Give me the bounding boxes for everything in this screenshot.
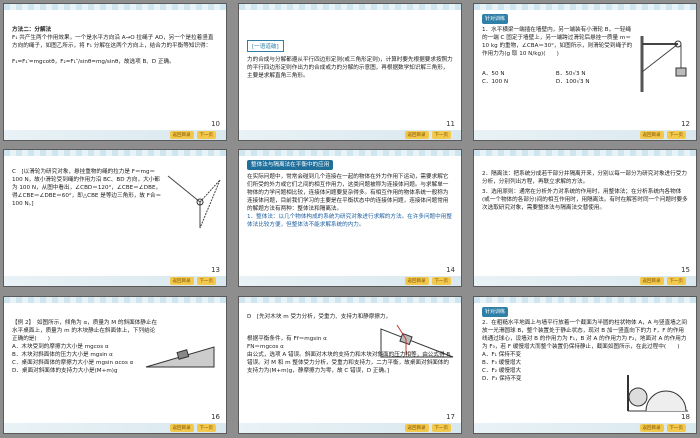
slide-body: 针对训练 2．在粗糙水平地面上与墙平行放着一个截面为半圆的柱状物体 A，A 与竖…	[482, 307, 688, 383]
block-force-diagram	[380, 324, 454, 358]
nav-button[interactable]: 下一页	[431, 424, 451, 432]
page-number: 16	[211, 413, 220, 421]
text-line: C [以滑轮为研究对象，悬挂重物的绳的拉力是 F＝mg＝100 N，故小滑轮受到…	[12, 169, 162, 207]
text-line: 方法二：分解法	[12, 27, 52, 33]
slide-12[interactable]: 针对训练 1．水平横梁一端插在墙壁内，另一端装有小滑轮 B，一轻绳的一端 C 固…	[473, 3, 697, 141]
section-header: 整体法与隔离法在平衡中的应用	[247, 160, 334, 170]
slide-10[interactable]: 方法二：分解法 F₁ 共产生两个作用效果，一个是水平方向沿 A→O 拉绳子 AO…	[3, 3, 227, 141]
page-number: 18	[681, 413, 690, 421]
page-number: 12	[681, 120, 690, 128]
slide-top-bar	[474, 150, 696, 156]
slide-top-bar	[239, 150, 461, 156]
force-diagram	[167, 175, 221, 229]
nav-button[interactable]: 返回目录	[639, 131, 664, 139]
slide-body: 整体法与隔离法在平衡中的应用 在实际问题中，常常会碰到几个连接在一起的物体在外力…	[247, 160, 453, 229]
slide-13[interactable]: C [以滑轮为研究对象，悬挂重物的绳的拉力是 F＝mg＝100 N，故小滑轮受到…	[3, 149, 227, 287]
slide-top-bar	[474, 4, 696, 10]
text-line: 3．选用原则：通常在分析外力对系统的作用时，用整体法；在分析系统内各物体(或一个…	[482, 189, 688, 211]
page-number: 13	[211, 266, 220, 274]
text-line: 力的合成与分解都遵从平行四边形定则(或三角形定则)，计算时要先根据要求按照力的平…	[247, 57, 453, 79]
nav-button[interactable]: 下一页	[431, 277, 451, 285]
tip-label: [一语道破]	[247, 40, 284, 52]
text-line: F₁=F₁′=mgcotθ，F₂=F₁″/sinθ=mg/sinθ，故选项 B、…	[12, 59, 175, 65]
page-number: 15	[681, 266, 690, 274]
sphere-wall-diagram	[627, 375, 688, 412]
slide-nav: 返回目录 下一页	[169, 424, 216, 432]
text-line: 在实际问题中，常常会碰到几个连接在一起的物体在外力作用下运动，需要求解它们所受的…	[247, 174, 449, 212]
nav-button[interactable]: 返回目录	[639, 277, 664, 285]
nav-button[interactable]: 下一页	[666, 131, 686, 139]
text-line: 1．水平横梁一端插在墙壁内，另一端装有小滑轮 B，一轻绳的一端 C 固定于墙壁上…	[482, 27, 633, 57]
page-number: 10	[211, 120, 220, 128]
slide-body: 力的合成与分解都遵从平行四边形定则(或三角形定则)，计算时要先根据要求按照力的平…	[247, 56, 453, 80]
slide-18[interactable]: 针对训练 2．在粗糙水平地面上与墙平行放着一个截面为半圆的柱状物体 A，A 与竖…	[473, 296, 697, 434]
slide-nav: 返回目录 下一页	[404, 277, 451, 285]
option-a: A．50 N	[482, 71, 505, 77]
option-b: B．F₃ 缓慢增大	[482, 360, 522, 366]
nav-button[interactable]: 返回目录	[404, 131, 429, 139]
slide-top-bar	[474, 297, 696, 303]
nav-button[interactable]: 返回目录	[169, 424, 194, 432]
slide-11[interactable]: [一语道破] 力的合成与分解都遵从平行四边形定则(或三角形定则)，计算时要先根据…	[238, 3, 462, 141]
slide-nav: 返回目录 下一页	[169, 131, 216, 139]
option-d: D．100√3 N	[555, 79, 590, 85]
page-number: 11	[446, 120, 455, 128]
slide-body: 针对训练 1．水平横梁一端插在墙壁内，另一端装有小滑轮 B，一轻绳的一端 C 固…	[482, 14, 636, 86]
page-number: 17	[446, 413, 455, 421]
incline-diagram	[145, 346, 215, 368]
nav-button[interactable]: 下一页	[196, 277, 216, 285]
text-line: 【例 2】 如图所示，倾角为 α，质量为 M 的斜面体静止在水平桌面上，质量为 …	[12, 320, 158, 342]
slide-body: 2．隔离法：把系统分成若干部分并隔离开来，分别以每一部分为研究对象进行受力分析，…	[482, 170, 688, 212]
pulley-diagram	[640, 36, 687, 92]
slide-nav: 返回目录 下一页	[404, 131, 451, 139]
nav-button[interactable]: 返回目录	[404, 277, 429, 285]
section-tag: 针对训练	[482, 307, 509, 317]
slide-top-bar	[4, 297, 226, 303]
slide-nav: 返回目录 下一页	[169, 277, 216, 285]
slide-body: 方法二：分解法 F₁ 共产生两个作用效果，一个是水平方向沿 A→O 拉绳子 AO…	[12, 26, 218, 66]
text-line: 2．在粗糙水平地面上与墙平行放着一个截面为半圆的柱状物体 A，A 与竖直墙之间放…	[482, 320, 687, 350]
page-number: 14	[446, 266, 455, 274]
slide-top-bar	[4, 4, 226, 10]
slide-14[interactable]: 整体法与隔离法在平衡中的应用 在实际问题中，常常会碰到几个连接在一起的物体在外力…	[238, 149, 462, 287]
nav-button[interactable]: 下一页	[196, 131, 216, 139]
nav-button[interactable]: 返回目录	[169, 131, 194, 139]
nav-button[interactable]: 返回目录	[169, 277, 194, 285]
slide-top-bar	[239, 4, 461, 10]
slide-nav: 返回目录 下一页	[404, 424, 451, 432]
slide-16[interactable]: 【例 2】 如图所示，倾角为 α，质量为 M 的斜面体静止在水平桌面上，质量为 …	[3, 296, 227, 434]
slide-body: C [以滑轮为研究对象，悬挂重物的绳的拉力是 F＝mg＝100 N，故小滑轮受到…	[12, 168, 164, 208]
slide-17[interactable]: D [先对木块 m 受力分析，受重力、支持力和静摩擦力， 根据平衡条件，有 Ff…	[238, 296, 462, 434]
nav-button[interactable]: 下一页	[666, 424, 686, 432]
nav-button[interactable]: 返回目录	[404, 424, 429, 432]
nav-button[interactable]: 下一页	[196, 424, 216, 432]
slide-nav: 返回目录 下一页	[639, 277, 686, 285]
option-a: A．F₁ 保持不变	[482, 352, 522, 358]
text-line: F₁ 共产生两个作用效果，一个是水平方向沿 A→O 拉绳子 AO，另一个是拉着竖…	[12, 35, 214, 49]
slide-top-bar	[239, 297, 461, 303]
nav-button[interactable]: 下一页	[431, 131, 451, 139]
slide-top-bar	[4, 150, 226, 156]
slide-nav: 返回目录 下一页	[639, 424, 686, 432]
text-line: 2．隔离法：把系统分成若干部分并隔离开来，分别以每一部分为研究对象进行受力分析，…	[482, 171, 687, 185]
text-line: D [先对木块 m 受力分析，受重力、支持力和静摩擦力，	[247, 314, 392, 320]
nav-button[interactable]: 下一页	[666, 277, 686, 285]
section-tag: 针对训练	[482, 14, 509, 24]
nav-button[interactable]: 返回目录	[639, 424, 664, 432]
slide-15[interactable]: 2．隔离法：把系统分成若干部分并隔离开来，分别以每一部分为研究对象进行受力分析，…	[473, 149, 697, 287]
text-line: 1．整体法：以几个物体构成的系统为研究对象进行求解的方法。在许多问题中用整体法比…	[247, 214, 452, 228]
option-c: C．100 N	[482, 79, 509, 85]
slide-nav: 返回目录 下一页	[639, 131, 686, 139]
option-b: B．50√3 N	[555, 71, 586, 77]
